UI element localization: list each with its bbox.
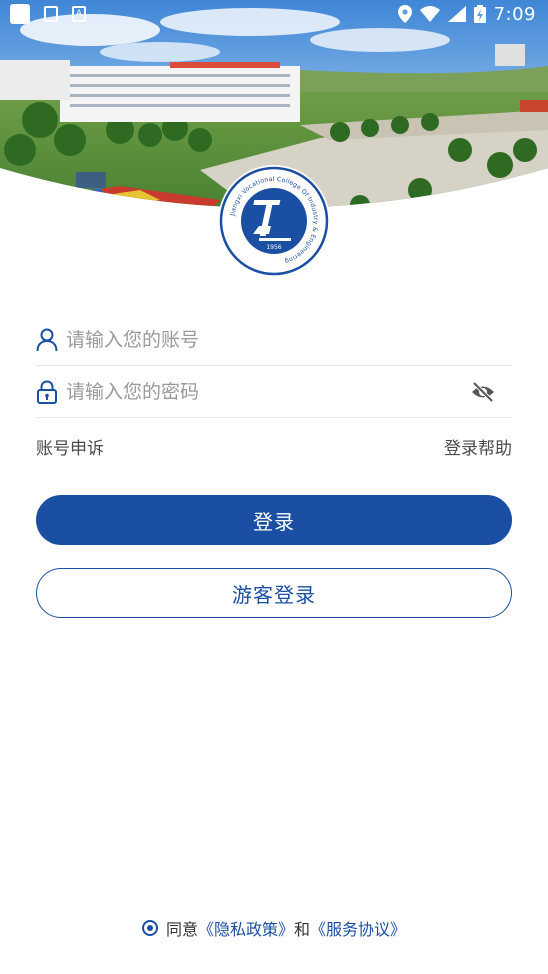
password-field-row	[36, 366, 512, 418]
guest-login-button[interactable]: 游客登录	[36, 568, 512, 618]
login-button[interactable]: 登录	[36, 495, 512, 545]
status-time: 7:09	[493, 3, 536, 25]
college-emblem-logo: Jiangxi Vocational College Of Industry &…	[218, 165, 330, 277]
account-input[interactable]	[66, 319, 512, 360]
password-input[interactable]	[66, 371, 470, 412]
help-links-row: 账号申诉 登录帮助	[36, 434, 512, 459]
signal-icon	[447, 6, 466, 22]
notification-square-icon	[10, 4, 30, 24]
service-agreement-link[interactable]: 《服务协议》	[310, 916, 406, 940]
agreement-radio[interactable]	[141, 920, 158, 936]
agreement-prefix: 同意	[165, 920, 198, 939]
login-help-link[interactable]: 登录帮助	[444, 434, 512, 459]
agreement-conjunction: 和	[294, 920, 311, 939]
status-bar: A 7:09	[0, 0, 548, 28]
account-appeal-link[interactable]: 账号申诉	[36, 434, 104, 459]
login-screen: A 7:09 Jiangxi Vocational College Of Ind…	[0, 0, 548, 974]
lock-icon	[37, 379, 57, 404]
text-a-icon: A	[72, 6, 86, 22]
privacy-policy-link[interactable]: 《隐私政策》	[198, 916, 294, 940]
emblem-year: 1956	[266, 244, 281, 251]
eye-off-icon[interactable]	[470, 381, 496, 403]
battery-charging-icon	[473, 5, 486, 23]
account-field-row	[36, 314, 512, 366]
wifi-icon	[419, 6, 440, 22]
sim-card-icon	[44, 6, 58, 22]
location-icon	[397, 5, 412, 23]
agreement-row: 同意 《隐私政策》 和 《服务协议》	[0, 916, 548, 940]
user-icon	[36, 328, 58, 351]
